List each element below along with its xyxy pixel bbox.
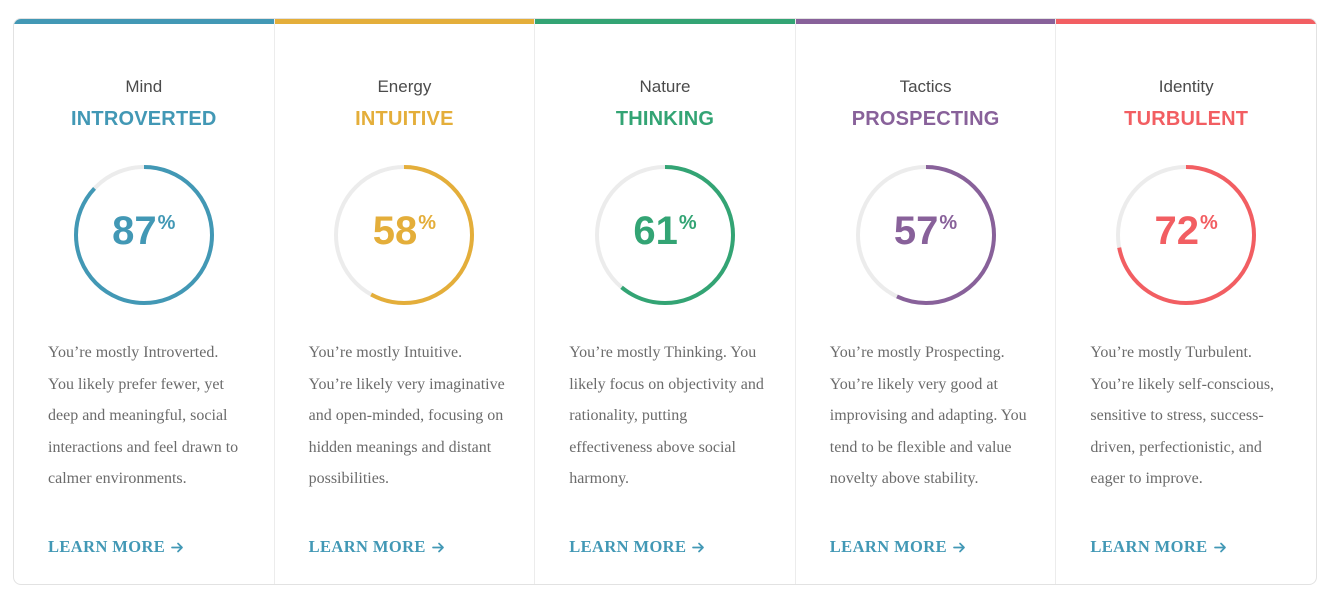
learn-more-label: LEARN MORE — [569, 537, 687, 556]
trait-percent-ring: 87% — [73, 164, 215, 306]
learn-more-label: LEARN MORE — [48, 537, 166, 556]
trait-percent-ring: 72% — [1115, 164, 1257, 306]
percent-value: 72 — [1154, 209, 1200, 253]
trait-label: Energy — [377, 77, 432, 96]
trait-percent-ring: 61% — [594, 164, 736, 306]
percent-value: 61 — [633, 209, 678, 253]
learn-more-label: LEARN MORE — [1090, 537, 1208, 556]
trait-color-bar — [14, 19, 274, 24]
trait-label: Tactics — [899, 77, 952, 96]
percent-sign: % — [418, 212, 437, 234]
percent-sign: % — [1200, 212, 1218, 234]
learn-more-link[interactable]: LEARN MORE — [569, 537, 705, 557]
trait-description: You’re mostly Prospecting. You’re likely… — [829, 344, 1027, 487]
trait-label: Nature — [639, 77, 691, 96]
trait-type: INTROVERTED — [71, 108, 217, 130]
trait-card-tactics: Tactics PROSPECTING 57% You’re mostly Pr… — [795, 19, 1057, 584]
learn-more-link[interactable]: LEARN MORE — [309, 537, 445, 557]
trait-percent: 58% — [333, 209, 475, 254]
trait-description: You’re mostly Turbulent. You’re likely s… — [1090, 344, 1275, 487]
arrow-right-icon — [1213, 542, 1226, 552]
learn-more-link[interactable]: LEARN MORE — [48, 537, 184, 557]
percent-sign: % — [678, 212, 697, 234]
trait-card-energy: Energy INTUITIVE 58% You’re mostly Intui… — [274, 19, 536, 584]
trait-type: INTUITIVE — [355, 108, 454, 130]
trait-percent: 61% — [594, 209, 736, 254]
trait-percent-ring: 57% — [855, 164, 997, 306]
trait-description: You’re mostly Introverted. You likely pr… — [48, 344, 239, 487]
trait-description: You’re mostly Intuitive. You’re likely v… — [308, 344, 505, 487]
percent-sign: % — [157, 212, 176, 234]
trait-description: You’re mostly Thinking. You likely focus… — [569, 344, 764, 487]
trait-type: TURBULENT — [1124, 108, 1249, 130]
trait-percent-ring: 58% — [333, 164, 475, 306]
trait-percent: 87% — [73, 209, 215, 254]
learn-more-link[interactable]: LEARN MORE — [1090, 537, 1226, 557]
trait-percent: 57% — [855, 209, 997, 254]
trait-label: Identity — [1158, 77, 1214, 96]
learn-more-label: LEARN MORE — [829, 537, 947, 556]
trait-color-bar — [274, 19, 535, 24]
arrow-right-icon — [431, 542, 444, 552]
learn-more-link[interactable]: LEARN MORE — [830, 537, 966, 557]
arrow-right-icon — [171, 542, 184, 552]
percent-value: 57 — [893, 209, 939, 253]
trait-color-bar — [1056, 19, 1316, 24]
trait-type: PROSPECTING — [851, 108, 1000, 130]
arrow-right-icon — [692, 542, 705, 552]
trait-label: Mind — [125, 77, 163, 96]
trait-type: THINKING — [615, 108, 715, 130]
percent-value: 58 — [372, 209, 418, 253]
personality-traits-panel: Mind INTROVERTED 87% You’re mostly Intro… — [13, 18, 1317, 585]
percent-sign: % — [939, 212, 958, 234]
learn-more-label: LEARN MORE — [308, 537, 426, 556]
trait-card-nature: Nature THINKING 61% You’re mostly Thinki… — [535, 19, 796, 584]
percent-value: 87 — [112, 209, 157, 253]
trait-percent: 72% — [1115, 209, 1257, 254]
trait-card-identity: Identity TURBULENT 72% You’re mostly Tur… — [1056, 19, 1316, 584]
trait-card-mind: Mind INTROVERTED 87% You’re mostly Intro… — [14, 19, 275, 584]
trait-color-bar — [795, 19, 1056, 24]
arrow-right-icon — [953, 542, 965, 552]
trait-color-bar — [535, 19, 795, 24]
